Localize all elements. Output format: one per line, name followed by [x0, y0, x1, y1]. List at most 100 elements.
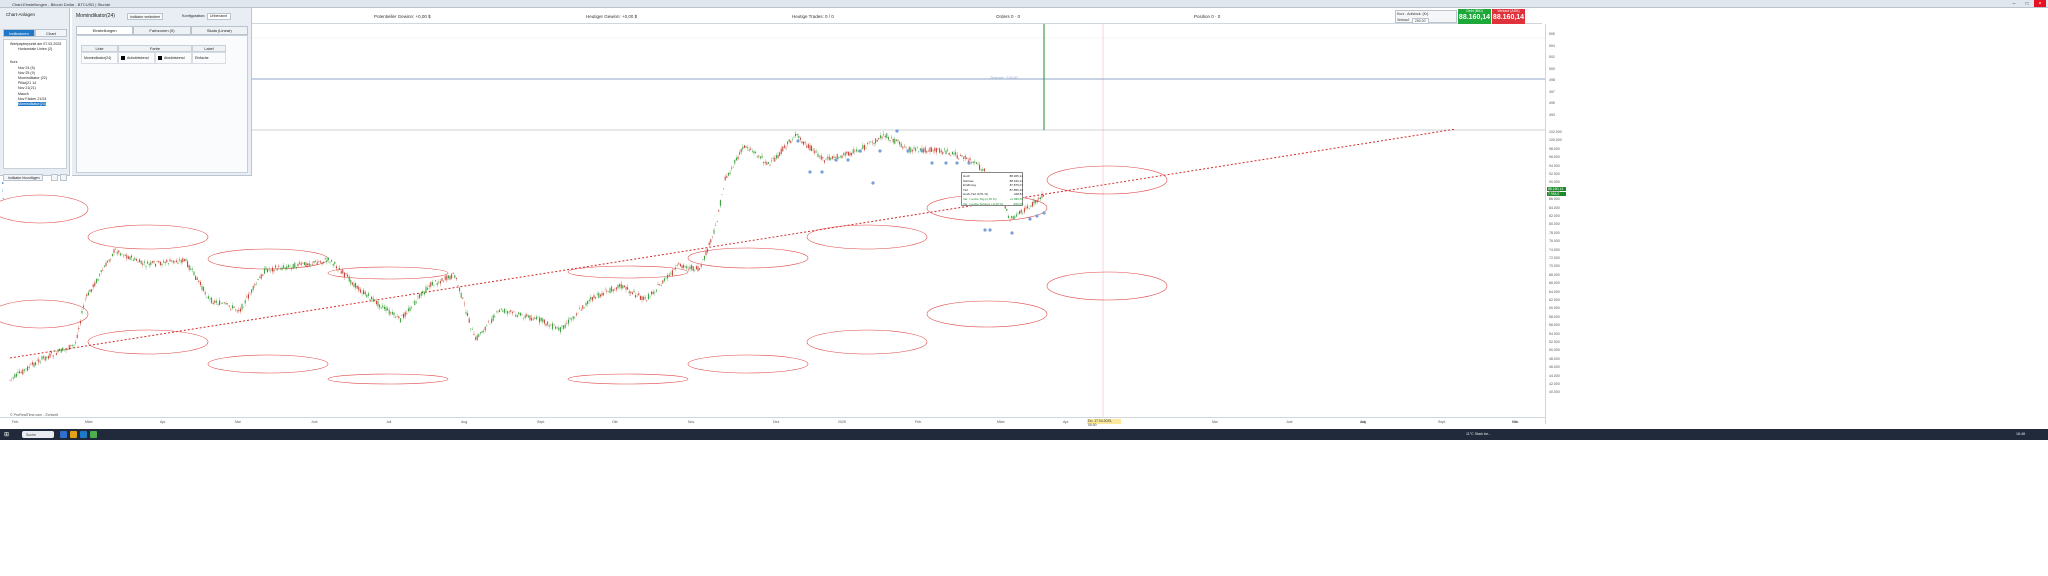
- tab-scale[interactable]: Skala (Linear): [190, 26, 248, 35]
- ask-button[interactable]: Verkauf (ASK) 88.160,14: [1492, 9, 1525, 24]
- quantity-input[interactable]: 250,00: [1411, 18, 1429, 24]
- x-tick-label: Sept.: [1438, 420, 1447, 424]
- order-mode[interactable]: Kurz - Aufstock. (Kr): [1397, 12, 1455, 16]
- candle-body: [259, 277, 261, 279]
- panel-tabs: Indikatoren Chart: [3, 29, 67, 37]
- price-axis[interactable]: 505 504 502 500 498 497 495 493 102.000 100.000 98…: [1545, 24, 1566, 424]
- candle-body: [491, 319, 493, 323]
- copy-icon[interactable]: [51, 174, 58, 181]
- candle-body: [705, 251, 707, 256]
- candle-body: [740, 149, 742, 153]
- candle-body: [318, 261, 320, 263]
- tree-item[interactable]: Horizontale Linien (2): [18, 47, 52, 51]
- line-tool-icon[interactable]: /: [2, 188, 6, 193]
- candle-body: [295, 267, 297, 269]
- add-indicator-button[interactable]: Indikator hinzufügen: [3, 174, 43, 181]
- tree-item[interactable]: Kurs: [10, 60, 17, 64]
- crosshair-icon[interactable]: +: [2, 196, 6, 201]
- candle-body: [499, 309, 501, 312]
- browser-icon[interactable]: [80, 431, 87, 438]
- color-swatch[interactable]: [121, 56, 125, 60]
- time-axis[interactable]: Feb. März Apr. Mai Juni Juli Aug. Sept. Okt. Nov.…: [0, 417, 1545, 426]
- bid-button[interactable]: Geld (BID) 88.160,14: [1458, 9, 1491, 24]
- tree-item[interactable]: Nov 24 (5): [18, 66, 35, 70]
- close-icon[interactable]: ×: [2034, 0, 2046, 7]
- candle-body: [830, 157, 832, 160]
- y-tick-label: 74.000: [1549, 247, 1560, 252]
- change-indicator-button[interactable]: Indikator verändern: [127, 13, 163, 20]
- candle-body: [135, 259, 137, 261]
- maximize-icon[interactable]: □: [2021, 0, 2033, 7]
- tab-settings[interactable]: Einstellungen: [76, 26, 134, 35]
- y-tick-label: 96.000: [1549, 155, 1560, 160]
- app-icon[interactable]: [60, 431, 67, 438]
- candle-body: [374, 299, 376, 300]
- candle-body: [369, 299, 371, 300]
- candle-body: [593, 295, 595, 299]
- candle-body: [342, 269, 344, 274]
- tab-chart[interactable]: Chart: [35, 29, 67, 37]
- candle-body: [155, 263, 157, 267]
- tree-item[interactable]: Wertpapierpunkt am 07.03.2025: [10, 42, 61, 46]
- clock[interactable]: 18:48: [2016, 432, 2025, 436]
- weather-widget[interactable]: 11°C Stark be...: [1466, 432, 1491, 436]
- candle-body: [145, 266, 147, 267]
- candle-body: [883, 133, 885, 135]
- windows-start-icon[interactable]: ⊞: [4, 431, 11, 438]
- positions-count[interactable]: Position 0 · 0: [1194, 14, 1220, 19]
- candle-body: [27, 366, 29, 371]
- candle-body: [1011, 216, 1013, 218]
- tab-color-zones[interactable]: Farbzonen (0): [133, 26, 191, 35]
- taskbar-search[interactable]: Suche: [22, 431, 54, 438]
- tree-item[interactable]: Mauch: [18, 92, 29, 96]
- candle-body: [790, 140, 792, 143]
- candle-body: [38, 359, 40, 363]
- tooltip-value: 87.856,33: [1009, 187, 1023, 192]
- tree-item[interactable]: Pillar(21 14: [18, 81, 36, 85]
- candle-body: [153, 261, 155, 263]
- indicator-heading: Momindikator(24): [76, 13, 115, 19]
- up-color[interactable]: Aufwärtstrend: [118, 52, 155, 64]
- candle-body: [1039, 197, 1041, 200]
- candle-body: [935, 148, 937, 153]
- candle-body: [454, 275, 456, 278]
- trash-icon[interactable]: [60, 174, 67, 181]
- cursor-icon[interactable]: ▸: [2, 180, 6, 185]
- candle-body: [214, 300, 216, 303]
- minimize-icon[interactable]: –: [2008, 0, 2020, 7]
- down-color[interactable]: Abwärtstrend: [155, 52, 192, 64]
- line-name[interactable]: Momindikator(24): [81, 52, 118, 64]
- today-profit: Heutiger Gewinn: +0,00 $: [586, 14, 638, 19]
- candle-body: [569, 318, 571, 320]
- price-chart[interactable]: [0, 24, 2048, 424]
- config-label: Konfiguration:: [182, 14, 206, 18]
- x-tick-label: März: [997, 420, 1005, 424]
- tree-item[interactable]: Momindikator (22): [18, 76, 47, 80]
- tree-item[interactable]: Nov 21(21): [18, 86, 36, 90]
- tree-item[interactable]: Momindikator(24): [18, 102, 46, 106]
- candle-body: [451, 274, 453, 279]
- candle-body: [763, 161, 765, 163]
- candle-body: [590, 297, 592, 300]
- tree-item[interactable]: Nov Fäcker 21/24: [18, 97, 46, 101]
- candle-body: [841, 155, 843, 158]
- folder-icon[interactable]: [70, 431, 77, 438]
- config-select[interactable]: Unbenannt: [207, 13, 231, 20]
- candle-body: [364, 291, 366, 295]
- candle-body: [662, 280, 664, 284]
- candle-body: [633, 290, 635, 293]
- candle-body: [47, 356, 49, 359]
- trading-app-icon[interactable]: [90, 431, 97, 438]
- orders-count[interactable]: Orders 0 · 0: [996, 14, 1020, 19]
- candle-body: [679, 263, 681, 267]
- indicator-value-tag: 7.964,0: [1547, 192, 1566, 196]
- color-swatch[interactable]: [158, 56, 162, 60]
- candle-body: [260, 274, 262, 279]
- tree-item[interactable]: Nov 25 (9): [18, 71, 35, 75]
- tab-indicators[interactable]: Indikatoren: [3, 29, 35, 37]
- candle-body: [327, 257, 329, 260]
- candle-body: [1014, 216, 1016, 219]
- label-select[interactable]: Einfache: [192, 52, 226, 64]
- candle-body: [404, 312, 406, 317]
- candle-body: [252, 285, 254, 290]
